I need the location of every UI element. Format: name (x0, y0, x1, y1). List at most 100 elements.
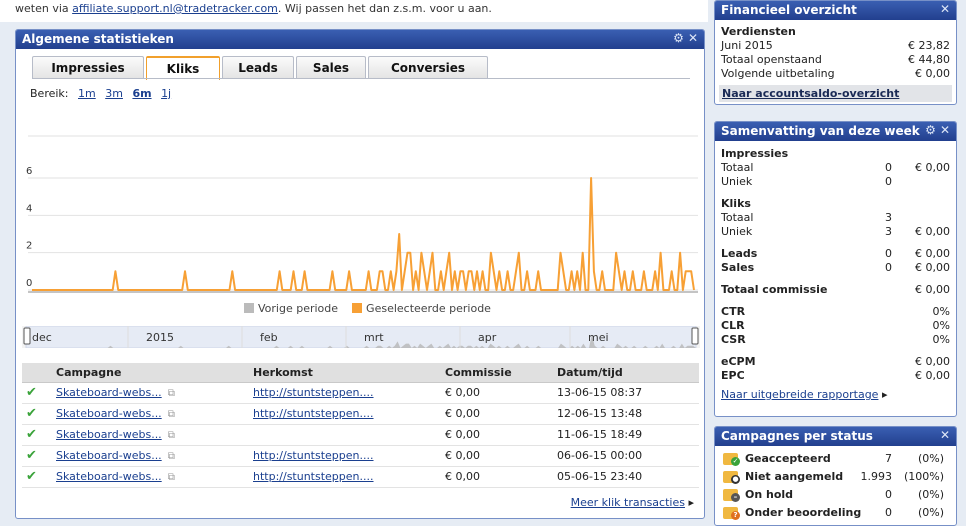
col-datum: Datum/tijd (553, 363, 699, 383)
y-tick-label: 6 (26, 166, 32, 177)
navigator-label: mei (588, 331, 609, 344)
extended-report-text[interactable]: Naar uitgebreide rapportage (721, 388, 878, 401)
range-1j[interactable]: 1j (161, 87, 171, 100)
week-summary-panel: Samenvatting van deze week ⚙ ✕ Impressies … (714, 121, 957, 417)
fin-value: € 23,82 (908, 39, 950, 52)
tab-leads[interactable]: Leads (222, 56, 294, 79)
close-icon[interactable]: ✕ (940, 428, 950, 442)
stat-label: Uniek (721, 225, 753, 238)
navigator-handle[interactable] (23, 327, 31, 345)
navigator-label: 2015 (146, 331, 174, 344)
stat-label: Totaal (721, 161, 754, 174)
commission-cell: € 0,00 (441, 382, 553, 404)
campaign-link[interactable]: Skateboard-webs... (56, 386, 162, 399)
status-pct: (0%) (917, 506, 944, 519)
clr-label: CLR (721, 319, 745, 332)
legend-previous[interactable]: Vorige periode (258, 302, 338, 315)
gear-icon[interactable]: ⚙ (925, 123, 936, 137)
range-selector: Bereik: 1m 3m 6m 1j (30, 87, 171, 100)
table-row: ✔ Skateboard-webs... ⧉ http://stuntsteppen.… (22, 466, 699, 488)
external-link-icon[interactable]: ⧉ (168, 451, 175, 462)
origin-link[interactable]: http://stuntsteppen.... (253, 470, 374, 483)
external-link-icon[interactable]: ⧉ (168, 388, 175, 399)
legend-swatch-selected (352, 303, 363, 313)
close-icon[interactable]: ✕ (688, 31, 698, 45)
campaign-link[interactable]: Skateboard-webs... (56, 470, 162, 483)
status-pct: (0%) (917, 488, 944, 501)
campaign-status-row[interactable]: ✓ Geaccepteerd 7 (0%) (719, 450, 952, 468)
total-commission-value: € 0,00 (915, 283, 950, 296)
tab-kliks[interactable]: Kliks (146, 56, 220, 80)
earnings-heading: Verdiensten (721, 25, 796, 38)
table-row: ✔ Skateboard-webs... ⧉ http://stuntsteppen.… (22, 403, 699, 425)
ecpm-value: € 0,00 (915, 355, 950, 368)
campaign-status-row[interactable]: – On hold 0 (0%) (719, 486, 952, 504)
range-navigator[interactable]: dec 2015 feb mrt apr mei (22, 326, 700, 348)
status-count: 0 (885, 506, 892, 519)
extended-report-link[interactable]: Naar uitgebreide rapportage ▸ (721, 388, 950, 401)
check-icon: ✔ (26, 406, 37, 421)
account-balance-link[interactable]: Naar accountsaldo-overzicht (719, 85, 952, 102)
table-row: ✔ Skateboard-webs... ⧉ http://stuntsteppen.… (22, 445, 699, 467)
external-link-icon[interactable]: ⧉ (168, 472, 175, 483)
commission-cell: € 0,00 (441, 445, 553, 467)
financial-panel: Financieel overzicht ✕ Verdiensten Juni 2… (714, 0, 957, 105)
range-1m[interactable]: 1m (78, 87, 96, 100)
close-icon[interactable]: ✕ (940, 2, 950, 16)
date-cell: 05-06-15 23:40 (553, 466, 699, 488)
epc-value: € 0,00 (915, 369, 950, 382)
date-cell: 12-06-15 13:48 (553, 403, 699, 425)
range-3m[interactable]: 3m (105, 87, 123, 100)
tab-sales[interactable]: Sales (296, 56, 366, 79)
chevron-right-icon: ▸ (688, 496, 694, 509)
top-note: weten via affiliate.support.nl@tradetrac… (0, 0, 708, 22)
status-label: Geaccepteerd (745, 452, 831, 465)
external-link-icon[interactable]: ⧉ (168, 430, 175, 441)
origin-link[interactable]: http://stuntsteppen.... (253, 449, 374, 462)
date-cell: 11-06-15 18:49 (553, 424, 699, 446)
origin-link[interactable]: http://stuntsteppen.... (253, 407, 374, 420)
more-clicks-link[interactable]: Meer klik transacties ▸ (571, 496, 694, 509)
general-stats-header: Algemene statistieken ⚙ ✕ (16, 30, 704, 49)
close-icon[interactable]: ✕ (940, 123, 950, 137)
navigator-label: apr (478, 331, 497, 344)
status-label: On hold (745, 488, 794, 501)
legend-swatch-previous (244, 303, 254, 313)
external-link-icon[interactable]: ⧉ (168, 409, 175, 420)
check-icon: ✔ (26, 469, 37, 484)
sales-count: 0 (885, 261, 892, 274)
campaign-link[interactable]: Skateboard-webs... (56, 407, 162, 420)
legend-selected[interactable]: Geselecteerde periode (366, 302, 491, 315)
status-label: Niet aangemeld (745, 470, 844, 483)
series-line-selected[interactable] (32, 177, 695, 291)
tab-impressies[interactable]: Impressies (32, 56, 144, 79)
navigator-label: mrt (364, 331, 384, 344)
more-clicks-text[interactable]: Meer klik transacties (571, 496, 685, 509)
campaign-status-panel: Campagnes per status ✕ ✓ Geaccepteerd 7 (0%)… (714, 426, 957, 526)
tab-conversies[interactable]: Conversies (368, 56, 488, 79)
table-row: ✔ Skateboard-webs... ⧉ http://stuntsteppen.… (22, 382, 699, 404)
fin-label: Volgende uitbetaling (721, 67, 835, 80)
origin-link[interactable]: http://stuntsteppen.... (253, 386, 374, 399)
date-cell: 13-06-15 08:37 (553, 382, 699, 404)
transactions-table: Campagne Herkomst Commissie Datum/tijd ✔… (22, 363, 699, 488)
clicks-chart: 0246152229jan121926feb091623mrt09162330a… (26, 135, 698, 293)
y-tick-label: 0 (26, 278, 32, 289)
sales-value: € 0,00 (915, 261, 950, 274)
status-count: 1.993 (860, 470, 893, 483)
campaign-status-row[interactable]: ● Niet aangemeld 1.993 (100%) (719, 468, 952, 486)
col-campagne: Campagne (52, 363, 249, 383)
leads-label: Leads (721, 247, 758, 260)
gear-icon[interactable]: ⚙ (673, 31, 684, 45)
stat-count: 0 (885, 161, 892, 174)
status-badge-icon: ✓ (731, 457, 740, 466)
campaign-status-row[interactable]: ? Onder beoordeling 0 (0%) (719, 504, 952, 522)
support-email-link[interactable]: affiliate.support.nl@tradetracker.com (72, 2, 278, 15)
col-herkomst: Herkomst (249, 363, 441, 383)
status-badge-icon: ? (731, 511, 740, 520)
clr-value: 0% (932, 319, 950, 332)
navigator-handle[interactable] (691, 327, 699, 345)
range-6m[interactable]: 6m (132, 87, 151, 100)
campaign-link[interactable]: Skateboard-webs... (56, 449, 162, 462)
campaign-link[interactable]: Skateboard-webs... (56, 428, 162, 441)
